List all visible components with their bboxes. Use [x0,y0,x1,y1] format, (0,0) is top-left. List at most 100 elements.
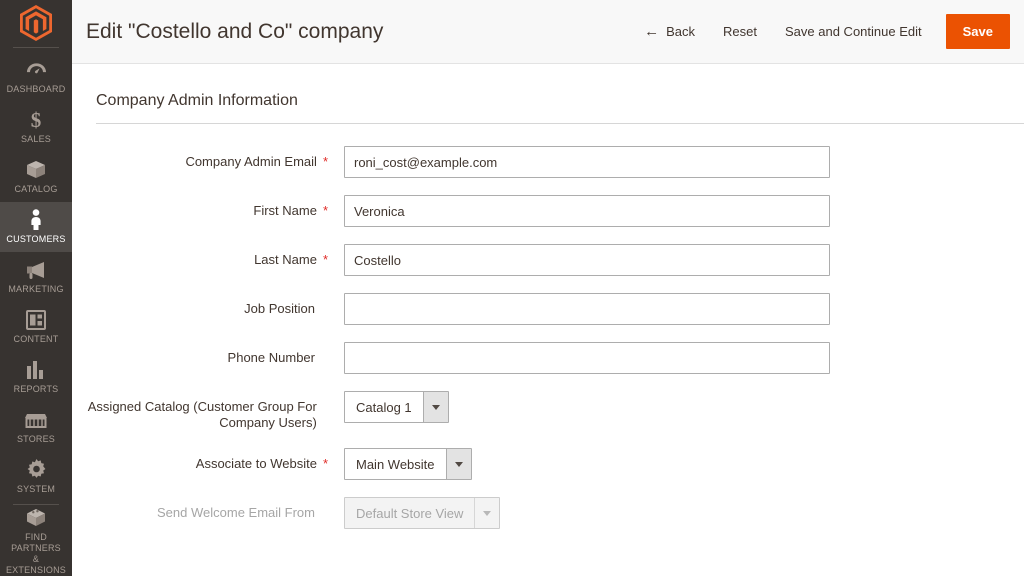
sidebar-divider-bottom [13,504,59,505]
label-text: Company Admin Email [185,154,317,170]
field-label-associate-to-website: Associate to Website * [72,448,328,472]
save-and-continue-edit-label: Save and Continue Edit [785,24,922,39]
assigned-catalog-select[interactable]: Catalog 1 [344,391,449,423]
send-welcome-email-from-select: Default Store View [344,497,500,529]
layout-icon [26,309,46,330]
megaphone-icon [25,259,47,280]
sidebar-item-label: MARKETING [8,284,63,294]
gear-icon [26,459,47,480]
bar-chart-icon [26,359,46,380]
magento-logo[interactable] [0,0,72,45]
field-control-last-name [344,244,830,276]
field-label-last-name: Last Name * [72,244,328,268]
sidebar-item-dashboard[interactable]: DASHBOARD [0,52,72,102]
label-text: Last Name [254,252,317,268]
field-row-send-welcome-email-from: Send Welcome Email From Default Store Vi… [72,497,1024,529]
first-name-input[interactable] [344,195,830,227]
save-and-continue-edit-button[interactable]: Save and Continue Edit [771,16,936,47]
section-title: Company Admin Information [72,64,1024,123]
reset-button[interactable]: Reset [709,16,771,47]
field-row-assigned-catalog: Assigned Catalog (Customer Group For Com… [72,391,1024,431]
back-button-label: Back [666,24,695,39]
sidebar-item-stores[interactable]: STORES [0,402,72,452]
last-name-input[interactable] [344,244,830,276]
required-marker: * [323,456,328,472]
label-text: Send Welcome Email From [157,505,315,521]
sidebar-item-content[interactable]: CONTENT [0,302,72,352]
required-marker: * [323,203,328,219]
required-marker: * [323,252,328,268]
page-header: Edit "Costello and Co" company ← Back Re… [72,0,1024,64]
label-line-2: & EXTENSIONS [6,554,66,575]
company-admin-form: Company Admin Email * First Name * [72,124,1024,529]
required-marker: * [323,154,328,170]
sidebar-item-label: CONTENT [14,334,59,344]
person-icon [29,209,43,230]
sidebar-item-marketing[interactable]: MARKETING [0,252,72,302]
sidebar-divider-top [13,47,59,48]
field-control-phone-number [344,342,830,374]
sidebar-item-reports[interactable]: REPORTS [0,352,72,402]
chevron-down-icon [423,392,448,422]
associate-to-website-selected-value: Main Website [345,449,446,479]
arrow-left-icon: ← [644,24,659,39]
sidebar-item-label: REPORTS [14,384,59,394]
label-text: Assigned Catalog (Customer Group For Com… [72,399,317,431]
chevron-down-icon [446,449,471,479]
field-control-send-welcome-email-from: Default Store View [344,497,500,529]
field-label-job-position: Job Position [72,293,328,317]
magento-logo-icon [20,5,52,41]
label-line-1: FIND PARTNERS [11,532,61,553]
label-text: Phone Number [228,350,315,366]
send-welcome-email-from-selected-value: Default Store View [345,498,474,528]
field-row-company-admin-email: Company Admin Email * [72,146,1024,178]
content-area: Company Admin Information Company Admin … [72,64,1024,529]
label-text: First Name [253,203,317,219]
field-label-first-name: First Name * [72,195,328,219]
chevron-down-icon [474,498,499,528]
sidebar-item-customers[interactable]: CUSTOMERS [0,202,72,252]
sidebar: DASHBOARD $ SALES CATALOG [0,0,72,576]
main-content: Edit "Costello and Co" company ← Back Re… [72,0,1024,576]
page-actions: ← Back Reset Save and Continue Edit Save [630,14,1010,49]
svg-text:$: $ [31,109,42,131]
reset-button-label: Reset [723,24,757,39]
sidebar-item-catalog[interactable]: CATALOG [0,152,72,202]
sidebar-item-label: SALES [21,134,51,144]
field-control-assigned-catalog: Catalog 1 [344,391,449,423]
field-row-job-position: Job Position [72,293,1024,325]
field-label-send-welcome-email-from: Send Welcome Email From [72,497,328,521]
label-text: Job Position [244,301,315,317]
field-row-first-name: First Name * [72,195,1024,227]
save-button[interactable]: Save [946,14,1010,49]
sidebar-item-label: STORES [17,434,55,444]
sidebar-item-label: FIND PARTNERS & EXTENSIONS [2,532,70,576]
sidebar-item-label: CUSTOMERS [6,234,65,244]
field-label-phone-number: Phone Number [72,342,328,366]
field-label-company-admin-email: Company Admin Email * [72,146,328,170]
label-text: Associate to Website [196,456,317,472]
assigned-catalog-selected-value: Catalog 1 [345,392,423,422]
company-admin-email-input[interactable] [344,146,830,178]
field-label-assigned-catalog: Assigned Catalog (Customer Group For Com… [72,391,328,431]
dollar-icon: $ [29,109,43,130]
sidebar-item-find-partners-extensions[interactable]: FIND PARTNERS & EXTENSIONS [0,509,72,576]
job-position-input[interactable] [344,293,830,325]
field-row-last-name: Last Name * [72,244,1024,276]
field-control-job-position [344,293,830,325]
associate-to-website-select[interactable]: Main Website [344,448,472,480]
extension-box-icon [25,508,47,528]
field-control-company-admin-email [344,146,830,178]
sidebar-item-system[interactable]: SYSTEM [0,452,72,502]
field-row-phone-number: Phone Number [72,342,1024,374]
box-icon [25,159,47,180]
admin-page: DASHBOARD $ SALES CATALOG [0,0,1024,576]
field-control-first-name [344,195,830,227]
back-button[interactable]: ← Back [630,16,709,47]
field-control-associate-to-website: Main Website [344,448,472,480]
sidebar-item-sales[interactable]: $ SALES [0,102,72,152]
phone-number-input[interactable] [344,342,830,374]
sidebar-item-label: DASHBOARD [7,84,66,94]
page-title: Edit "Costello and Co" company [86,20,630,44]
field-row-associate-to-website: Associate to Website * Main Website [72,448,1024,480]
